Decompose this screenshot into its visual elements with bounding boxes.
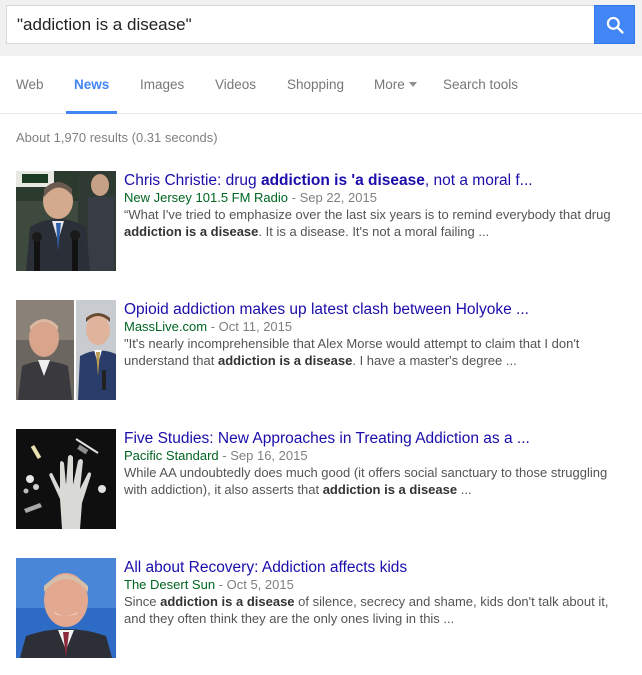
result-title-link[interactable]: Chris Christie: drug addiction is 'a dis… — [124, 171, 630, 190]
title-text: Opioid addiction makes up latest clash b… — [124, 301, 529, 318]
result-date: Oct 5, 2015 — [226, 577, 294, 592]
result-date: Sep 22, 2015 — [299, 190, 377, 205]
title-highlight: addiction is 'a disease — [260, 172, 425, 189]
result-thumbnail[interactable] — [16, 558, 116, 658]
result-source: MassLive.com — [124, 319, 208, 334]
result-title-link[interactable]: All about Recovery: Addiction affects ki… — [124, 558, 630, 577]
meta-separator: - — [288, 190, 300, 205]
result-body: Chris Christie: drug addiction is 'a dis… — [124, 171, 630, 240]
title-text: All about Recovery: Addiction affects ki… — [124, 559, 408, 576]
tab-more[interactable]: More — [374, 56, 417, 114]
two-men-photo — [16, 300, 116, 400]
result-thumbnail[interactable] — [16, 300, 116, 400]
news-result: All about Recovery: Addiction affects ki… — [16, 558, 636, 658]
tab-search-tools[interactable]: Search tools — [443, 56, 518, 114]
news-result: Chris Christie: drug addiction is 'a dis… — [16, 171, 636, 271]
snippet-highlight: addiction is a disease — [322, 482, 458, 497]
snippet-highlight: addiction is a disease — [160, 594, 295, 609]
result-thumbnail[interactable] — [16, 429, 116, 529]
portrait-photo — [16, 558, 116, 658]
search-icon — [606, 16, 624, 34]
result-meta: The Desert Sun - Oct 5, 2015 — [124, 577, 630, 593]
tab-search-tools-label: Search tools — [443, 77, 519, 92]
result-title-link[interactable]: Five Studies: New Approaches in Treating… — [124, 429, 630, 448]
result-snippet: "It's nearly incomprehensible that Alex … — [124, 335, 630, 369]
snippet-text: . I have a master's degree ... — [352, 353, 517, 368]
tab-videos-label: Videos — [215, 77, 257, 92]
tab-news[interactable]: News — [66, 56, 118, 114]
tab-more-label: More — [374, 77, 405, 92]
result-meta: MassLive.com - Oct 11, 2015 — [124, 319, 630, 335]
result-source: New Jersey 101.5 FM Radio — [124, 190, 289, 205]
result-snippet: Since addiction is a disease of silence,… — [124, 593, 630, 627]
result-body: Opioid addiction makes up latest clash b… — [124, 300, 630, 369]
result-thumbnail[interactable] — [16, 171, 116, 271]
news-result: Opioid addiction makes up latest clash b… — [16, 300, 636, 400]
search-input[interactable] — [7, 6, 594, 43]
search-header — [0, 0, 642, 56]
title-text: , not a moral f... — [424, 172, 533, 189]
tab-images[interactable]: Images — [140, 56, 184, 114]
result-snippet: “What I've tried to emphasize over the l… — [124, 206, 630, 240]
tab-web[interactable]: Web — [16, 56, 44, 114]
result-stats: About 1,970 results (0.31 seconds) — [16, 130, 218, 145]
result-date: Sep 16, 2015 — [230, 448, 308, 463]
chevron-down-icon — [408, 81, 417, 87]
meta-separator: - — [218, 448, 231, 463]
result-snippet: While AA undoubtedly does much good (it … — [124, 464, 630, 498]
snippet-highlight: addiction is a disease — [124, 224, 259, 239]
snippet-text: ... — [457, 482, 472, 497]
search-box[interactable] — [6, 5, 594, 44]
snippet-text: . It is a disease. It's not a moral fail… — [258, 224, 490, 239]
result-title-link[interactable]: Opioid addiction makes up latest clash b… — [124, 300, 630, 319]
result-meta: Pacific Standard - Sep 16, 2015 — [124, 448, 630, 464]
result-body: Five Studies: New Approaches in Treating… — [124, 429, 630, 498]
tab-videos[interactable]: Videos — [215, 56, 256, 114]
search-tabs: Web News Images Videos Shopping More Sea… — [0, 56, 642, 114]
title-text: Chris Christie: drug — [124, 172, 261, 189]
tab-shopping[interactable]: Shopping — [287, 56, 344, 114]
title-text: Five Studies: New Approaches in Treating… — [124, 430, 530, 447]
hand-pills-photo — [16, 429, 116, 529]
snippet-highlight: addiction is a disease — [217, 353, 353, 368]
meta-separator: - — [215, 577, 227, 592]
tab-web-label: Web — [16, 77, 44, 92]
tab-news-label: News — [74, 77, 110, 92]
snippet-text: “What I've tried to emphasize over the l… — [124, 207, 611, 222]
speaker-photo — [16, 171, 116, 271]
news-result: Five Studies: New Approaches in Treating… — [16, 429, 636, 529]
result-meta: New Jersey 101.5 FM Radio - Sep 22, 2015 — [124, 190, 630, 206]
result-body: All about Recovery: Addiction affects ki… — [124, 558, 630, 627]
tab-images-label: Images — [140, 77, 185, 92]
tab-shopping-label: Shopping — [287, 77, 345, 92]
result-source: The Desert Sun — [124, 577, 216, 592]
meta-separator: - — [207, 319, 219, 334]
search-button[interactable] — [594, 5, 635, 44]
result-date: Oct 11, 2015 — [218, 319, 293, 334]
snippet-text: Since — [124, 594, 161, 609]
result-source: Pacific Standard — [124, 448, 219, 463]
